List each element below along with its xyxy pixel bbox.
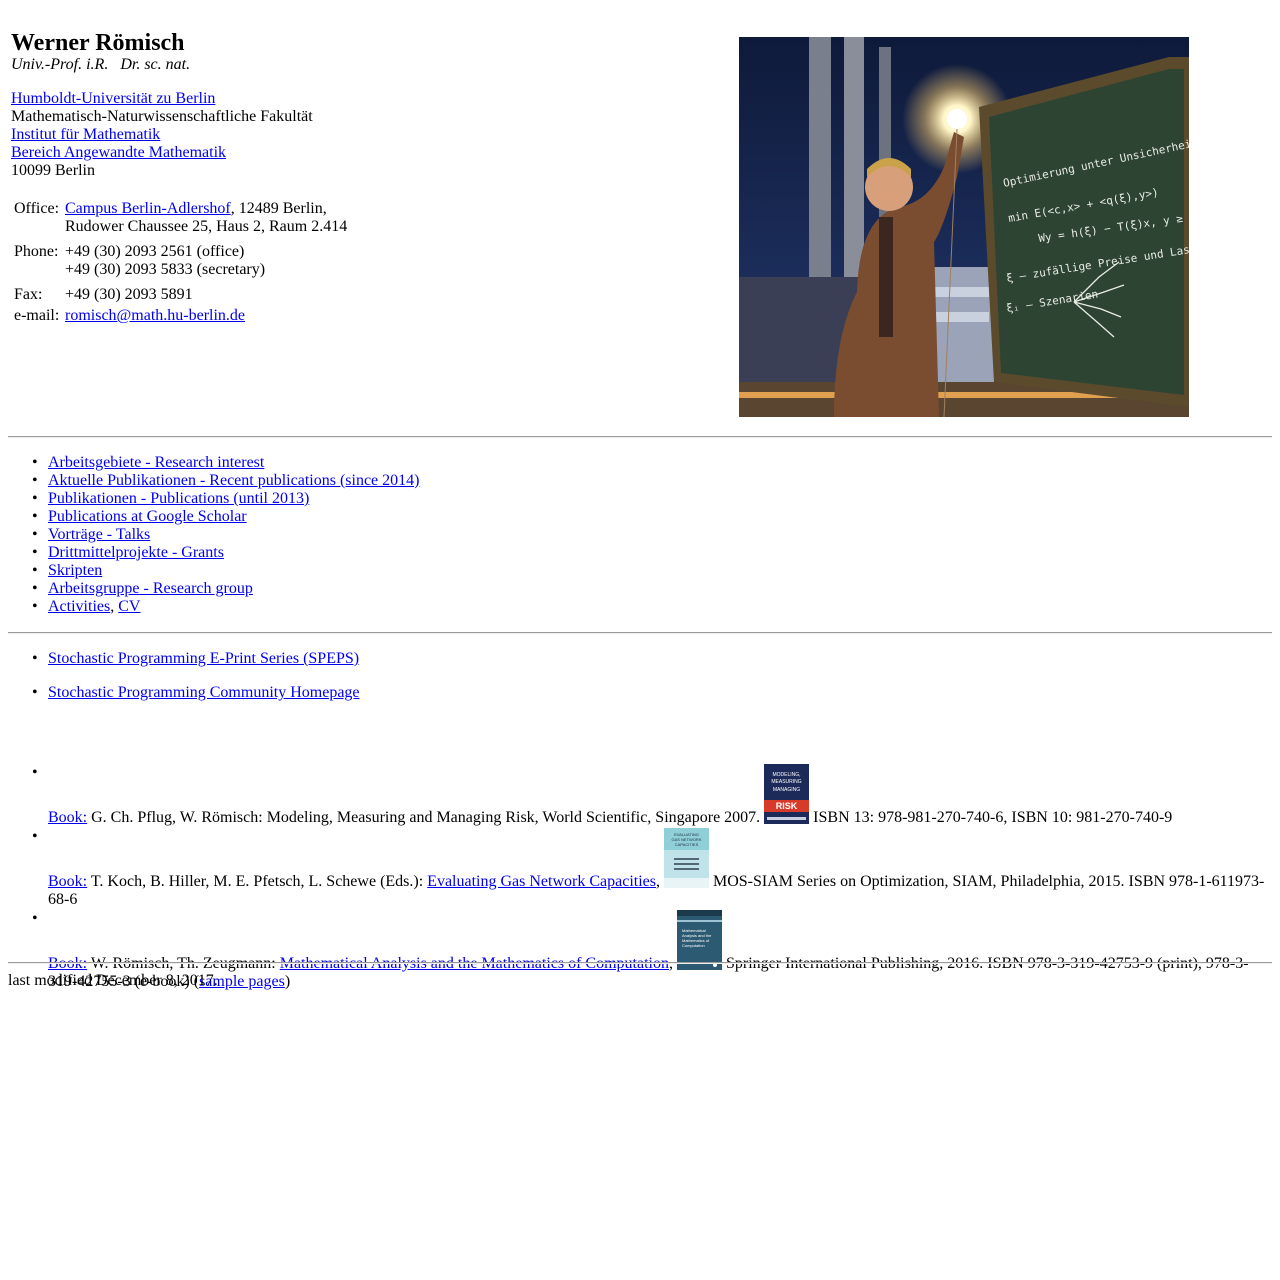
nav-skripten[interactable]: Skripten — [48, 562, 102, 579]
portrait-photo: Optimierung unter Unsicherheit min E(<c,… — [739, 37, 1189, 417]
svg-text:MANAGING: MANAGING — [773, 787, 800, 793]
list-item: Activities, CV — [32, 598, 419, 616]
external-links-list: Stochastic Programming E-Print Series (S… — [32, 650, 360, 718]
book-label-1[interactable]: Book: — [48, 809, 87, 826]
list-item: Aktuelle Publikationen - Recent publicat… — [32, 472, 419, 490]
list-item: Stochastic Programming E-Print Series (S… — [32, 650, 360, 684]
office-address-2: Rudower Chaussee 25, Haus 2, Raum 2.414 — [65, 218, 348, 235]
nav-research-group[interactable]: Arbeitsgruppe - Research group — [48, 580, 253, 597]
book-item-1: Book: G. Ch. Pflug, W. Römisch: Modeling… — [32, 764, 1268, 827]
book-cover-risk: MODELING,MEASURING MANAGING RISK — [764, 764, 810, 824]
nav-google-scholar[interactable]: Publications at Google Scholar — [48, 508, 247, 525]
nav-publications-until-2013[interactable]: Publikationen - Publications (until 2013… — [48, 490, 309, 507]
book-item-3: Book: W. Römisch, Th. Zeugmann: Mathemat… — [32, 910, 1268, 991]
fax-label: Fax: — [14, 286, 43, 303]
nav-research-interest[interactable]: Arbeitsgebiete - Research interest — [48, 454, 264, 471]
book-2-text: T. Koch, B. Hiller, M. E. Pfetsch, L. Sc… — [87, 873, 428, 890]
book-cover-math-analysis: MathematicalAnalysis and theMathematics … — [676, 910, 722, 970]
svg-text:CAPACITIES: CAPACITIES — [675, 842, 699, 847]
list-item: Arbeitsgebiete - Research interest — [32, 454, 419, 472]
page: Werner Römisch Univ.-Prof. i.R. Dr. sc. … — [8, 0, 1272, 990]
header-section: Werner Römisch Univ.-Prof. i.R. Dr. sc. … — [8, 0, 1272, 428]
office-label: Office: — [14, 200, 60, 217]
book-2-comma: , — [656, 873, 664, 890]
office-value: Campus Berlin-Adlershof, 12489 Berlin, R… — [65, 200, 349, 240]
list-item: Drittmittelprojekte - Grants — [32, 544, 419, 562]
university-link[interactable]: Humboldt-Universität zu Berlin — [11, 90, 215, 107]
nav-grants[interactable]: Drittmittelprojekte - Grants — [48, 544, 224, 561]
phone-label: Phone: — [14, 243, 59, 260]
book-label-2[interactable]: Book: — [48, 873, 87, 890]
list-item: Skripten — [32, 562, 419, 580]
list-item: Publications at Google Scholar — [32, 508, 419, 526]
email-link[interactable]: romisch@math.hu-berlin.de — [65, 307, 245, 324]
nav-list: Arbeitsgebiete - Research interest Aktue… — [32, 454, 419, 616]
divider-2 — [8, 632, 1272, 634]
nav-talks[interactable]: Vorträge - Talks — [48, 526, 150, 543]
fax-value: +49 (30) 2093 5891 — [65, 286, 193, 303]
last-modified: last modified December 8, 2017. — [8, 972, 218, 989]
department-link[interactable]: Bereich Angewandte Mathematik — [11, 144, 226, 161]
nav-cv[interactable]: CV — [118, 598, 140, 615]
speps-link[interactable]: Stochastic Programming E-Print Series (S… — [48, 650, 359, 667]
book-1-isbn: ISBN 13: 978-981-270-740-6, ISBN 10: 981… — [809, 809, 1173, 826]
divider-1 — [8, 436, 1272, 438]
phone-office: +49 (30) 2093 2561 (office) — [65, 243, 245, 260]
list-item: Arbeitsgruppe - Research group — [32, 580, 419, 598]
phone-secretary: +49 (30) 2093 5833 (secretary) — [65, 261, 266, 278]
svg-text:Computation: Computation — [682, 943, 705, 948]
list-item: Stochastic Programming Community Homepag… — [32, 684, 360, 718]
institute-link[interactable]: Institut für Mathematik — [11, 126, 160, 143]
book-2-link[interactable]: Evaluating Gas Network Capacities — [427, 873, 656, 890]
list-item: Publikationen - Publications (until 2013… — [32, 490, 419, 508]
nav-recent-publications[interactable]: Aktuelle Publikationen - Recent publicat… — [48, 472, 419, 489]
office-address-1: , 12489 Berlin, — [230, 200, 327, 217]
list-item: Vorträge - Talks — [32, 526, 419, 544]
affiliation-block: Humboldt-Universität zu Berlin Mathemati… — [11, 90, 313, 180]
page-title: Werner Römisch — [11, 30, 185, 56]
book-3-close: ) — [284, 973, 291, 990]
city-text: 10099 Berlin — [11, 162, 95, 179]
nav-activities[interactable]: Activities — [48, 598, 110, 615]
community-link[interactable]: Stochastic Programming Community Homepag… — [48, 684, 360, 701]
contact-table: Office: Campus Berlin-Adlershof, 12489 B… — [11, 197, 352, 328]
divider-3 — [8, 962, 1272, 964]
academic-title: Univ.-Prof. i.R. Dr. sc. nat. — [11, 56, 191, 73]
book-1-text: G. Ch. Pflug, W. Römisch: Modeling, Meas… — [87, 809, 765, 826]
email-label: e-mail: — [14, 307, 60, 324]
book-cover-gas-network: EVALUATINGGAS NETWORKCAPACITIES — [664, 828, 709, 888]
svg-text:MEASURING: MEASURING — [772, 779, 802, 785]
campus-link[interactable]: Campus Berlin-Adlershof — [65, 200, 231, 217]
svg-text:MODELING,: MODELING, — [773, 772, 801, 778]
book-item-2: Book: T. Koch, B. Hiller, M. E. Pfetsch,… — [32, 828, 1268, 909]
phone-value: +49 (30) 2093 2561 (office) +49 (30) 209… — [65, 243, 349, 283]
svg-text:RISK: RISK — [776, 801, 798, 811]
faculty-text: Mathematisch-Naturwissenschaftliche Faku… — [11, 108, 313, 125]
